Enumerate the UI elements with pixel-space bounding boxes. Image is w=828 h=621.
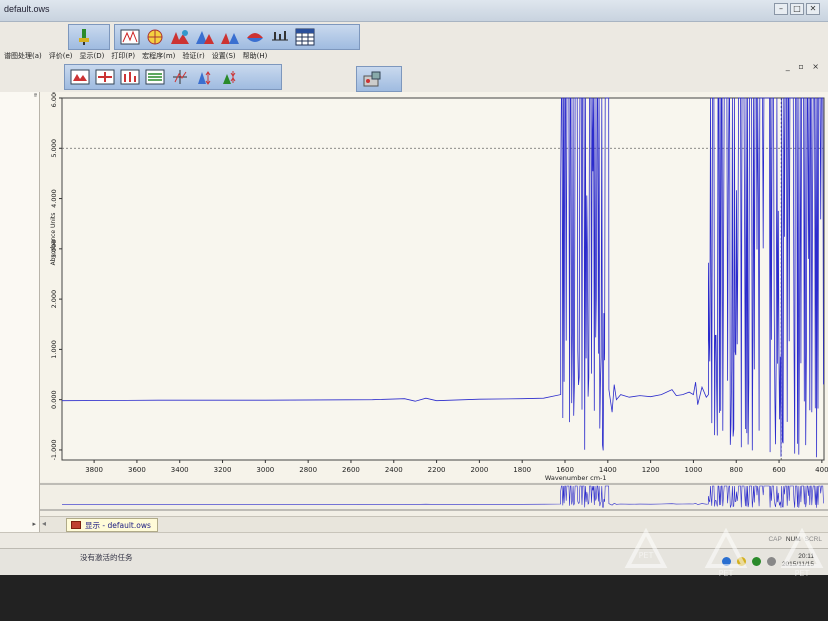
recycle-watermark-1-icon: PET — [624, 528, 668, 568]
volume-icon[interactable] — [766, 556, 776, 566]
spectrum-compare-icon[interactable] — [194, 27, 216, 47]
menu-macro[interactable]: 宏程序(m) — [142, 50, 175, 62]
recycle-label-3: PET — [795, 569, 810, 578]
recycle-watermark-2-icon: PET — [704, 528, 748, 578]
x-tick-label: 2000 — [470, 466, 488, 474]
x-tick-label: 1000 — [685, 466, 703, 474]
x-tick-label: 3600 — [128, 466, 146, 474]
zoom-spectrum-icon[interactable] — [94, 67, 116, 87]
expand-y-icon[interactable] — [194, 67, 216, 87]
x-tick-label: 3800 — [85, 466, 103, 474]
y-tick-label: 4.000 — [50, 189, 58, 208]
peak-pick-icon[interactable] — [169, 27, 191, 47]
spectrum-browser-pane: ª ▸ — [0, 92, 40, 532]
list-spectra-icon[interactable] — [144, 67, 166, 87]
document-tab-display[interactable]: 显示 - default.ows — [66, 518, 158, 532]
spectrum-document-icon — [71, 521, 81, 529]
mdi-window-controls[interactable]: _ ▫ × — [786, 62, 822, 71]
x-axis-label: Wavenumber cm-1 — [545, 474, 607, 482]
x-tick-label: 3400 — [171, 466, 189, 474]
x-tick-label: 800 — [730, 466, 743, 474]
spectrum-chart[interactable]: 6.0005.0004.0003.0002.0001.0000.000-1.00… — [40, 92, 828, 482]
x-tick-label: 1200 — [642, 466, 660, 474]
y-tick-label: -1.000 — [50, 439, 58, 460]
main-toolbar — [0, 22, 828, 50]
menu-help[interactable]: 帮助(H) — [243, 50, 268, 62]
instrument-measure-icon[interactable] — [361, 69, 383, 89]
window-title: default.ows — [4, 4, 50, 14]
menu-evaluate[interactable]: 评价(e) — [49, 50, 73, 62]
x-tick-label: 400 — [815, 466, 828, 474]
window-controls: – □ ✕ — [774, 3, 820, 15]
correct-spectrum-icon[interactable] — [119, 27, 141, 47]
pin-icon[interactable]: ª — [34, 92, 37, 100]
monitor-bezel — [0, 575, 828, 621]
scale-icon[interactable] — [269, 27, 291, 47]
x-tick-label: 2800 — [299, 466, 317, 474]
menu-settings[interactable]: 设置(S) — [212, 50, 236, 62]
tab-scroll-left-icon[interactable]: ◂ — [42, 519, 46, 528]
x-tick-label: 2400 — [385, 466, 403, 474]
y-axis-label: Absorbance Units — [50, 213, 57, 266]
spectrum-display-icon[interactable] — [69, 67, 91, 87]
arrow-icon[interactable]: ▸ — [32, 520, 36, 528]
x-tick-label: 3000 — [256, 466, 274, 474]
x-tick-label: 1400 — [599, 466, 617, 474]
title-bar: default.ows – □ ✕ — [0, 0, 828, 22]
maximize-button[interactable]: □ — [790, 3, 804, 15]
x-tick-label: 1600 — [556, 466, 574, 474]
menu-print[interactable]: 打印(P) — [111, 50, 135, 62]
spectrum-chart-area[interactable]: 6.000 5.000 4.000 3.000 2.000 1.000 0.000 -1.00… — [40, 92, 828, 522]
toolbar-group-spectrum — [114, 24, 360, 50]
y-tick-label: 1.000 — [50, 340, 58, 359]
spectrum-overview-strip[interactable] — [40, 482, 828, 516]
toolbar-group-display — [64, 64, 282, 90]
x-tick-label: 1800 — [513, 466, 531, 474]
x-tick-label: 600 — [772, 466, 785, 474]
recycle-label-2: PET — [719, 569, 734, 578]
compress-y-icon[interactable] — [219, 67, 241, 87]
task-status-text: 没有激活的任务 — [80, 553, 133, 562]
crosshair-grid-icon[interactable] — [144, 27, 166, 47]
overview-chart[interactable] — [40, 482, 828, 516]
x-tick-label: 3200 — [214, 466, 232, 474]
overview-spectrum-line — [62, 485, 824, 509]
y-tick-label: 0.000 — [50, 390, 58, 409]
menu-bar: 谱图处理(a) 评价(e) 显示(D) 打印(P) 宏程序(m) 验证(r) 设… — [0, 50, 828, 62]
security-icon[interactable] — [751, 556, 761, 566]
baseline-icon[interactable] — [244, 27, 266, 47]
recycle-label-1: PET — [639, 551, 654, 560]
table-view-icon[interactable] — [294, 27, 316, 47]
close-button[interactable]: ✕ — [806, 3, 820, 15]
minimize-button[interactable]: – — [774, 3, 788, 15]
integrate-icon[interactable] — [219, 27, 241, 47]
application-window: default.ows – □ ✕ 谱图处理(a) 评价(e) 显示(D) 打印… — [0, 0, 828, 575]
menu-validate[interactable]: 验证(r) — [182, 50, 204, 62]
x-tick-label: 2200 — [428, 466, 446, 474]
menu-display[interactable]: 显示(D) — [80, 50, 105, 62]
y-tick-label: 6.000 — [50, 92, 58, 107]
overlay-icon[interactable] — [119, 67, 141, 87]
cursor-icon[interactable] — [169, 67, 191, 87]
display-toolbar: _ ▫ × — [0, 62, 828, 92]
flask-pipette-icon[interactable] — [73, 27, 95, 47]
y-tick-label: 5.000 — [50, 139, 58, 158]
toolbar-group-sample — [68, 24, 110, 50]
document-tab-label: 显示 - default.ows — [85, 520, 151, 530]
toolbar-group-measure — [356, 66, 402, 92]
x-tick-label: 2600 — [342, 466, 360, 474]
menu-spectrum-processing[interactable]: 谱图处理(a) — [4, 50, 42, 62]
y-tick-label: 2.000 — [50, 290, 58, 309]
recycle-watermark-3-icon: PET — [780, 528, 824, 578]
